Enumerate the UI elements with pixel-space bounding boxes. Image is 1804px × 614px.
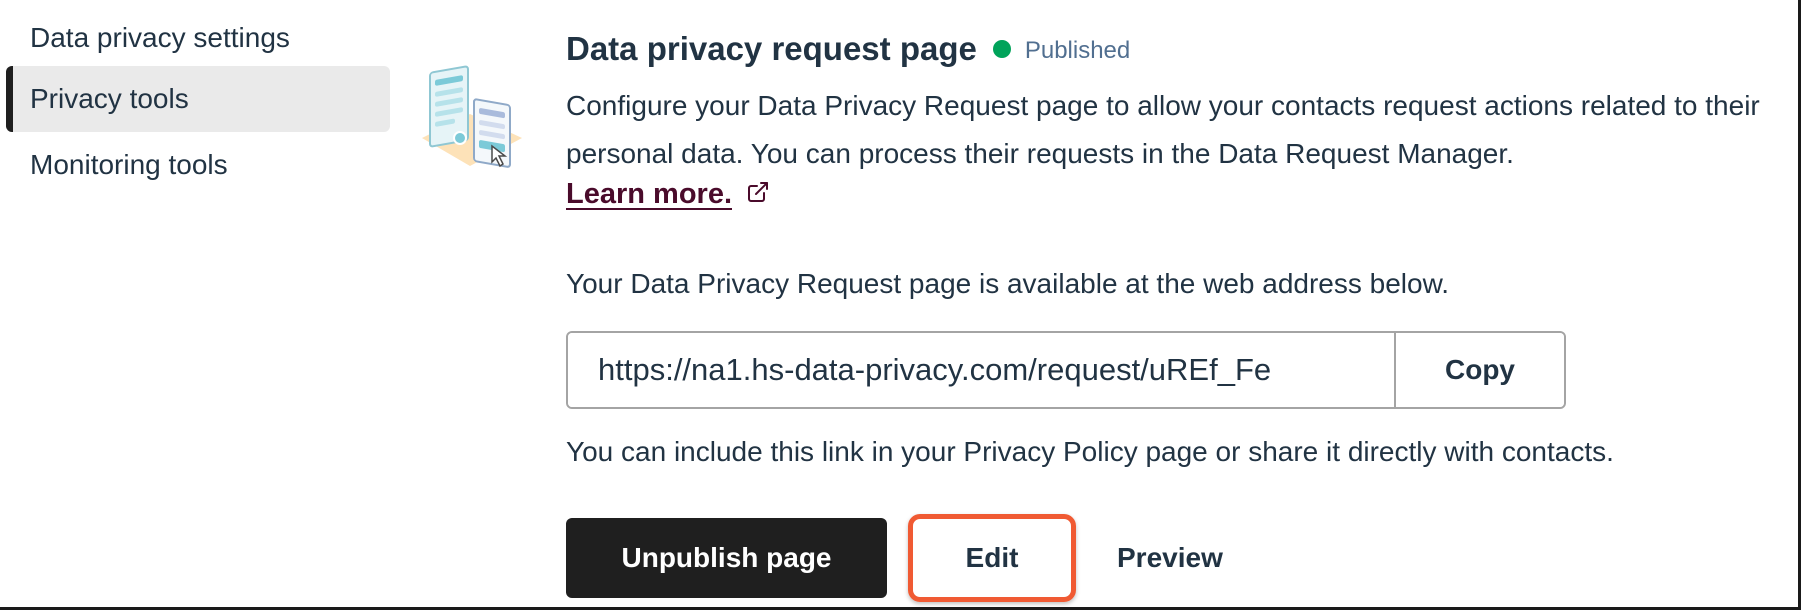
copy-button[interactable]: Copy [1394,333,1564,407]
learn-more-row: Learn more. [566,178,770,211]
page-description: Configure your Data Privacy Request page… [566,90,1760,169]
title-row: Data privacy request page Published [566,30,1130,68]
status-badge: Published [1024,37,1131,64]
unpublish-page-button[interactable]: Unpublish page [566,518,887,598]
status-dot-icon [992,40,1011,58]
share-hint-text: You can include this link in your Privac… [566,436,1614,467]
edit-button-highlight: Edit [908,514,1076,602]
external-link-icon [732,180,770,209]
page-title: Data privacy request page [566,30,977,67]
sidebar-item-privacy-tools[interactable]: Privacy tools [6,66,390,132]
privacy-request-illustration [412,58,530,184]
preview-button[interactable]: Preview [1111,541,1229,575]
edit-button[interactable]: Edit [960,541,1025,575]
url-copy-group: Copy [566,331,1566,409]
request-url-field[interactable] [568,333,1394,407]
availability-text: Your Data Privacy Request page is availa… [566,268,1450,299]
learn-more-link[interactable]: Learn more. [566,178,732,211]
sidebar-item-monitoring-tools[interactable]: Monitoring tools [6,132,390,198]
page-actions: Unpublish page Edit Preview [566,514,1229,602]
sidebar-item-data-privacy-settings[interactable]: Data privacy settings [6,0,390,76]
